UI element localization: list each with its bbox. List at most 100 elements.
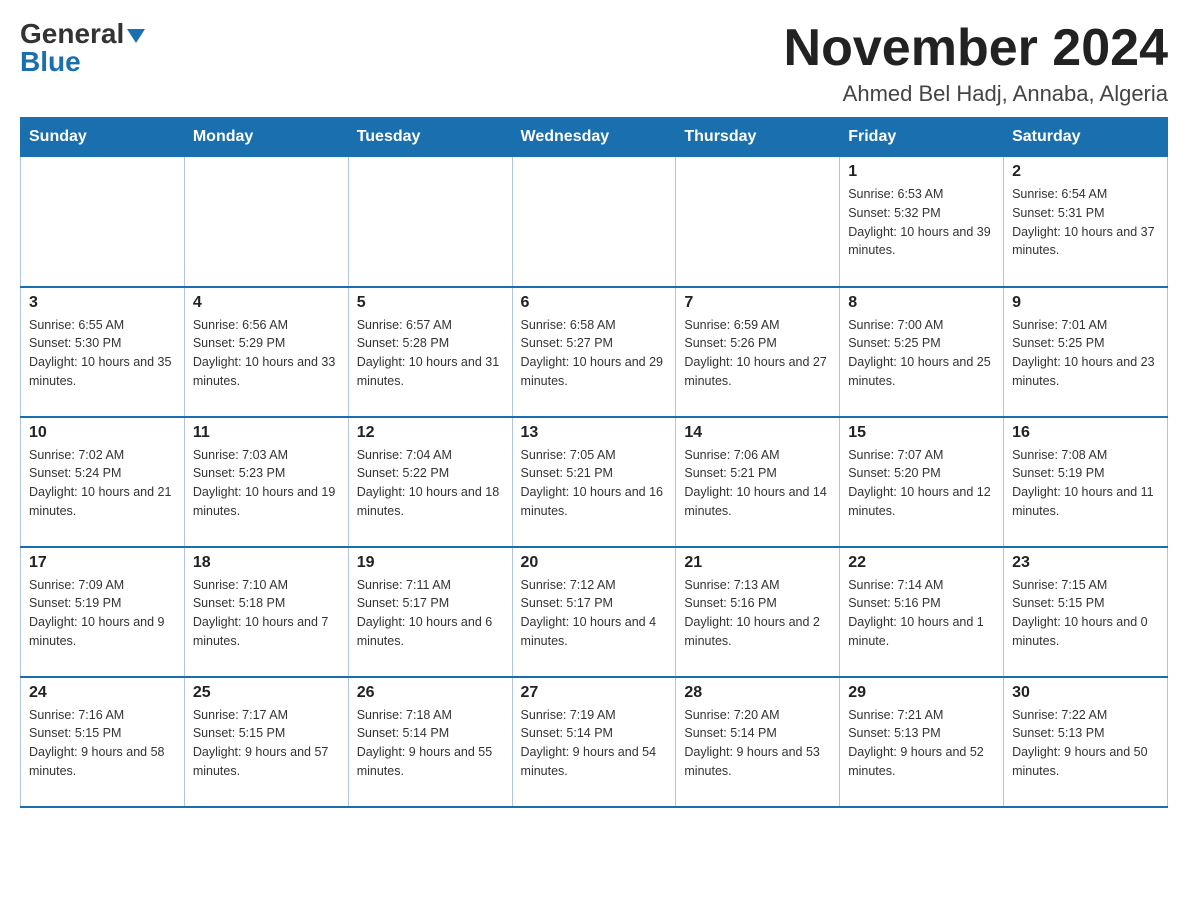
calendar-cell: 7 Sunrise: 6:59 AMSunset: 5:26 PMDaylight…: [676, 287, 840, 417]
day-info: Sunrise: 7:06 AMSunset: 5:21 PMDaylight:…: [684, 446, 831, 521]
day-number: 8: [848, 294, 995, 312]
day-number: 22: [848, 554, 995, 572]
day-info: Sunrise: 7:21 AMSunset: 5:13 PMDaylight:…: [848, 706, 995, 781]
day-info: Sunrise: 6:58 AMSunset: 5:27 PMDaylight:…: [521, 316, 668, 391]
day-info: Sunrise: 7:20 AMSunset: 5:14 PMDaylight:…: [684, 706, 831, 781]
day-info: Sunrise: 7:04 AMSunset: 5:22 PMDaylight:…: [357, 446, 504, 521]
calendar-cell: 6Sunrise: 6:58 AMSunset: 5:27 PMDaylight…: [512, 287, 676, 417]
day-info: Sunrise: 7:18 AMSunset: 5:14 PMDaylight:…: [357, 706, 504, 781]
day-info: Sunrise: 7:10 AMSunset: 5:18 PMDaylight:…: [193, 576, 340, 651]
calendar-cell: [348, 157, 512, 287]
calendar-cell: 30 Sunrise: 7:22 AMSunset: 5:13 PMDayligh…: [1004, 677, 1168, 807]
day-number: 24: [29, 684, 176, 702]
calendar-cell: 26 Sunrise: 7:18 AMSunset: 5:14 PMDayligh…: [348, 677, 512, 807]
month-title: November 2024: [784, 20, 1168, 77]
day-number: 20: [521, 554, 668, 572]
day-info: Sunrise: 7:03 AMSunset: 5:23 PMDaylight:…: [193, 446, 340, 521]
calendar-cell: 11 Sunrise: 7:03 AMSunset: 5:23 PMDayligh…: [184, 417, 348, 547]
title-block: November 2024 Ahmed Bel Hadj, Annaba, Al…: [784, 20, 1168, 107]
calendar-cell: 22 Sunrise: 7:14 AMSunset: 5:16 PMDayligh…: [840, 547, 1004, 677]
day-info: Sunrise: 7:16 AMSunset: 5:15 PMDaylight:…: [29, 706, 176, 781]
day-info: Sunrise: 7:13 AMSunset: 5:16 PMDaylight:…: [684, 576, 831, 651]
location-title: Ahmed Bel Hadj, Annaba, Algeria: [784, 81, 1168, 107]
calendar-cell: 3 Sunrise: 6:55 AMSunset: 5:30 PMDaylight…: [21, 287, 185, 417]
day-info: Sunrise: 6:59 AMSunset: 5:26 PMDaylight:…: [684, 316, 831, 391]
day-info: Sunrise: 7:02 AMSunset: 5:24 PMDaylight:…: [29, 446, 176, 521]
day-info: Sunrise: 7:11 AMSunset: 5:17 PMDaylight:…: [357, 576, 504, 651]
logo-general-text: General: [20, 20, 145, 48]
calendar-week-row: 1 Sunrise: 6:53 AMSunset: 5:32 PMDaylight…: [21, 157, 1168, 287]
calendar-cell: 19 Sunrise: 7:11 AMSunset: 5:17 PMDayligh…: [348, 547, 512, 677]
day-info: Sunrise: 7:17 AMSunset: 5:15 PMDaylight:…: [193, 706, 340, 781]
calendar-cell: 14 Sunrise: 7:06 AMSunset: 5:21 PMDayligh…: [676, 417, 840, 547]
day-number: 11: [193, 424, 340, 442]
calendar-cell: 24 Sunrise: 7:16 AMSunset: 5:15 PMDayligh…: [21, 677, 185, 807]
calendar-cell: 10 Sunrise: 7:02 AMSunset: 5:24 PMDayligh…: [21, 417, 185, 547]
day-number: 1: [848, 163, 995, 181]
calendar-cell: 21 Sunrise: 7:13 AMSunset: 5:16 PMDayligh…: [676, 547, 840, 677]
day-info: Sunrise: 6:55 AMSunset: 5:30 PMDaylight:…: [29, 316, 176, 391]
calendar-cell: 8 Sunrise: 7:00 AMSunset: 5:25 PMDaylight…: [840, 287, 1004, 417]
calendar-table: SundayMondayTuesdayWednesdayThursdayFrid…: [20, 117, 1168, 808]
calendar-cell: 15 Sunrise: 7:07 AMSunset: 5:20 PMDayligh…: [840, 417, 1004, 547]
weekday-header-monday: Monday: [184, 118, 348, 157]
calendar-week-row: 10 Sunrise: 7:02 AMSunset: 5:24 PMDayligh…: [21, 417, 1168, 547]
day-info: Sunrise: 6:57 AMSunset: 5:28 PMDaylight:…: [357, 316, 504, 391]
calendar-week-row: 17 Sunrise: 7:09 AMSunset: 5:19 PMDayligh…: [21, 547, 1168, 677]
calendar-cell: 13 Sunrise: 7:05 AMSunset: 5:21 PMDayligh…: [512, 417, 676, 547]
day-number: 26: [357, 684, 504, 702]
day-info: Sunrise: 7:07 AMSunset: 5:20 PMDaylight:…: [848, 446, 995, 521]
logo: General Blue: [20, 20, 145, 76]
weekday-header-row: SundayMondayTuesdayWednesdayThursdayFrid…: [21, 118, 1168, 157]
day-info: Sunrise: 7:00 AMSunset: 5:25 PMDaylight:…: [848, 316, 995, 391]
day-number: 18: [193, 554, 340, 572]
day-info: Sunrise: 7:01 AMSunset: 5:25 PMDaylight:…: [1012, 316, 1159, 391]
day-info: Sunrise: 7:05 AMSunset: 5:21 PMDaylight:…: [521, 446, 668, 521]
day-number: 19: [357, 554, 504, 572]
calendar-cell: 29Sunrise: 7:21 AMSunset: 5:13 PMDayligh…: [840, 677, 1004, 807]
day-number: 5: [357, 294, 504, 312]
calendar-cell: [676, 157, 840, 287]
day-number: 3: [29, 294, 176, 312]
day-number: 23: [1012, 554, 1159, 572]
day-number: 7: [684, 294, 831, 312]
weekday-header-wednesday: Wednesday: [512, 118, 676, 157]
day-number: 30: [1012, 684, 1159, 702]
page-header: General Blue November 2024 Ahmed Bel Had…: [20, 20, 1168, 107]
calendar-cell: 4Sunrise: 6:56 AMSunset: 5:29 PMDaylight…: [184, 287, 348, 417]
calendar-cell: 27Sunrise: 7:19 AMSunset: 5:14 PMDayligh…: [512, 677, 676, 807]
day-number: 10: [29, 424, 176, 442]
day-number: 16: [1012, 424, 1159, 442]
day-number: 2: [1012, 163, 1159, 181]
day-number: 27: [521, 684, 668, 702]
day-number: 12: [357, 424, 504, 442]
day-info: Sunrise: 7:12 AMSunset: 5:17 PMDaylight:…: [521, 576, 668, 651]
calendar-cell: [512, 157, 676, 287]
day-info: Sunrise: 6:53 AMSunset: 5:32 PMDaylight:…: [848, 185, 995, 260]
calendar-cell: 25 Sunrise: 7:17 AMSunset: 5:15 PMDayligh…: [184, 677, 348, 807]
day-number: 13: [521, 424, 668, 442]
calendar-cell: 12 Sunrise: 7:04 AMSunset: 5:22 PMDayligh…: [348, 417, 512, 547]
day-info: Sunrise: 7:22 AMSunset: 5:13 PMDaylight:…: [1012, 706, 1159, 781]
weekday-header-saturday: Saturday: [1004, 118, 1168, 157]
day-info: Sunrise: 7:09 AMSunset: 5:19 PMDaylight:…: [29, 576, 176, 651]
calendar-cell: 18 Sunrise: 7:10 AMSunset: 5:18 PMDayligh…: [184, 547, 348, 677]
calendar-cell: 16Sunrise: 7:08 AMSunset: 5:19 PMDayligh…: [1004, 417, 1168, 547]
calendar-cell: [21, 157, 185, 287]
day-number: 21: [684, 554, 831, 572]
day-info: Sunrise: 6:54 AMSunset: 5:31 PMDaylight:…: [1012, 185, 1159, 260]
calendar-cell: 5 Sunrise: 6:57 AMSunset: 5:28 PMDaylight…: [348, 287, 512, 417]
calendar-cell: 20 Sunrise: 7:12 AMSunset: 5:17 PMDayligh…: [512, 547, 676, 677]
day-number: 15: [848, 424, 995, 442]
day-number: 14: [684, 424, 831, 442]
weekday-header-sunday: Sunday: [21, 118, 185, 157]
calendar-cell: 28Sunrise: 7:20 AMSunset: 5:14 PMDayligh…: [676, 677, 840, 807]
day-info: Sunrise: 7:14 AMSunset: 5:16 PMDaylight:…: [848, 576, 995, 651]
calendar-cell: 1 Sunrise: 6:53 AMSunset: 5:32 PMDaylight…: [840, 157, 1004, 287]
calendar-cell: [184, 157, 348, 287]
day-info: Sunrise: 7:15 AMSunset: 5:15 PMDaylight:…: [1012, 576, 1159, 651]
weekday-header-tuesday: Tuesday: [348, 118, 512, 157]
day-number: 17: [29, 554, 176, 572]
calendar-cell: 9Sunrise: 7:01 AMSunset: 5:25 PMDaylight…: [1004, 287, 1168, 417]
day-number: 25: [193, 684, 340, 702]
